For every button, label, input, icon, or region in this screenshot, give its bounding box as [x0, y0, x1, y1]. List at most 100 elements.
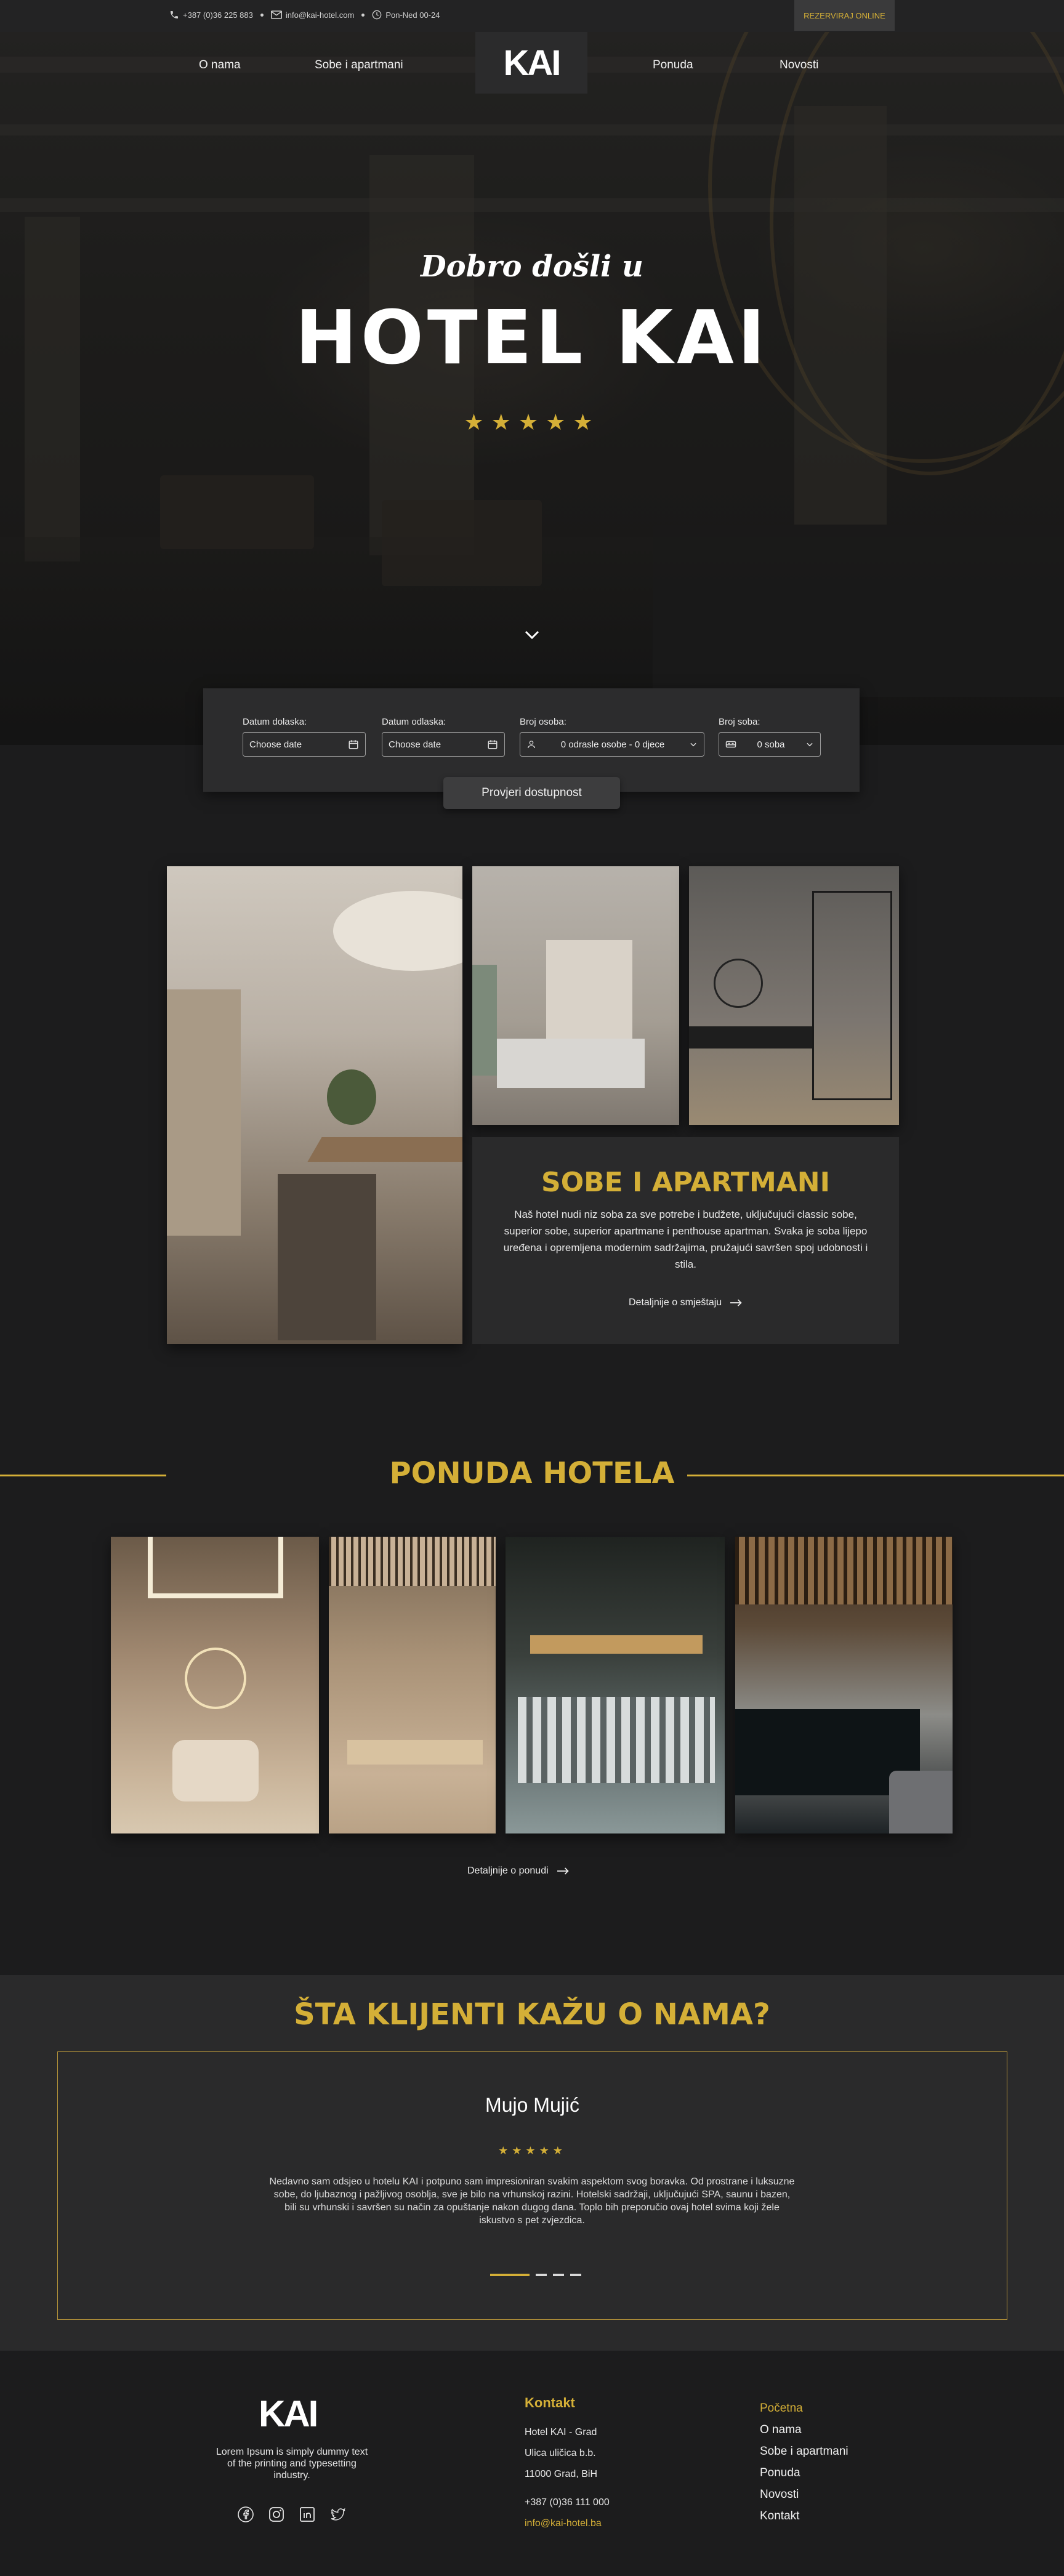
check-availability-button[interactable]: Provjeri dostupnost	[443, 777, 620, 809]
bedroom-photo	[472, 866, 679, 1125]
arrow-right-icon	[730, 1299, 742, 1306]
logo-text: KAI	[503, 42, 562, 83]
contact-title: Kontakt	[525, 2395, 575, 2410]
nav-about[interactable]: O nama	[199, 58, 241, 72]
contact-email[interactable]: info@kai-hotel.ba	[525, 2513, 610, 2534]
social-links	[237, 2506, 347, 2523]
twitter-icon[interactable]	[329, 2506, 347, 2523]
footer-contact: Kontakt Hotel KAI - Grad Ulica uličica b…	[525, 2395, 610, 2534]
carousel-dot[interactable]	[553, 2274, 564, 2276]
contact-info: +387 (0)36 225 883 info@kai-hotel.com Po…	[169, 10, 440, 20]
footer-link-news[interactable]: Novosti	[760, 2484, 848, 2505]
departure-field: Datum odlaska: Choose date	[382, 717, 505, 757]
phone-icon	[171, 11, 178, 18]
arrival-date-input[interactable]: Choose date	[243, 732, 366, 757]
testimonial-card: Mujo Mujić ★★★★★ Nedavno sam odsjeo u ho…	[57, 2051, 1007, 2320]
linkedin-icon[interactable]	[299, 2506, 316, 2523]
footer-link-rooms[interactable]: Sobe i apartmani	[760, 2441, 848, 2462]
top-bar: +387 (0)36 225 883 info@kai-hotel.com Po…	[0, 0, 1064, 32]
footer-link-offer[interactable]: Ponuda	[760, 2462, 848, 2484]
pool-photo	[735, 1537, 953, 1833]
bathroom-photo	[689, 866, 899, 1125]
spa-room-photo	[111, 1537, 319, 1833]
guests-label: Broj osoba:	[520, 717, 566, 727]
slatted-ceiling	[329, 1537, 496, 1586]
footer-link-contact[interactable]: Kontakt	[760, 2505, 848, 2527]
chairs	[278, 1174, 376, 1340]
footer-link-home[interactable]: Početna	[760, 2397, 848, 2419]
email-info[interactable]: info@kai-hotel.com	[270, 10, 355, 20]
window	[472, 965, 497, 1076]
round-mirror	[185, 1648, 246, 1709]
hours-info: Pon-Ned 00-24	[372, 10, 440, 20]
instagram-icon[interactable]	[268, 2506, 285, 2523]
rooms-more-link[interactable]: Detaljnije o smještaju	[629, 1297, 743, 1308]
offer-more-label: Detaljnije o ponudi	[467, 1866, 549, 1876]
hero-section: Dobro došli u HOTEL KAI ★★★★★	[0, 32, 1064, 745]
massage-bed	[172, 1740, 259, 1801]
address-line-3: 11000 Grad, BiH	[525, 2469, 597, 2479]
offer-title: PONUDA HOTELA	[377, 1456, 687, 1491]
footer-logo[interactable]: KAI	[259, 2393, 318, 2435]
bed	[497, 1039, 645, 1088]
testimonial-stars: ★★★★★	[498, 2144, 566, 2157]
departure-date-input[interactable]: Choose date	[382, 732, 505, 757]
carousel-dot[interactable]	[570, 2274, 581, 2276]
arrival-label: Datum dolaska:	[243, 717, 307, 727]
arrival-field: Datum dolaska: Choose date	[243, 717, 366, 757]
calendar-icon	[488, 740, 498, 749]
guests-value: 0 odrasle osobe - 0 djece	[560, 739, 665, 750]
carousel-dot[interactable]	[536, 2274, 547, 2276]
reserve-online-button[interactable]: REZERVIRAJ ONLINE	[794, 0, 895, 31]
footer: KAI Lorem Ipsum is simply dummy text of …	[0, 2351, 1064, 2576]
hours-text: Pon-Ned 00-24	[385, 10, 440, 20]
lounger	[889, 1771, 953, 1833]
nav-rooms[interactable]: Sobe i apartmani	[315, 58, 403, 72]
mirror	[714, 959, 763, 1008]
footer-text: Lorem Ipsum is simply dummy text of the …	[216, 2447, 368, 2481]
booking-panel: Datum dolaska: Choose date Datum odlaska…	[203, 688, 860, 792]
header-logo[interactable]: KAI	[475, 32, 587, 94]
rooms-card: SOBE I APARTMANI Naš hotel nudi niz soba…	[472, 1137, 899, 1344]
table	[307, 1137, 462, 1162]
conference-photo	[506, 1537, 725, 1833]
marble-wall	[546, 940, 632, 1051]
arrival-placeholder: Choose date	[249, 739, 302, 750]
facebook-icon[interactable]	[237, 2506, 254, 2523]
sauna-bench	[347, 1740, 483, 1765]
chevron-down-icon[interactable]	[522, 625, 542, 645]
nav-offer[interactable]: Ponuda	[653, 58, 693, 72]
phone-info[interactable]: +387 (0)36 225 883	[169, 10, 253, 20]
calendar-icon	[349, 740, 358, 749]
nav-news[interactable]: Novosti	[780, 58, 818, 72]
rooms-title: SOBE I APARTMANI	[541, 1167, 830, 1198]
footer-links: Početna O nama Sobe i apartmani Ponuda N…	[760, 2397, 848, 2527]
vanity	[689, 1026, 812, 1049]
pool-ceiling	[735, 1537, 953, 1604]
rooms-select[interactable]: 0 soba	[719, 732, 821, 757]
guests-select[interactable]: 0 odrasle osobe - 0 djece	[520, 732, 704, 757]
ceiling-light-frame	[148, 1537, 283, 1598]
ceiling-wood	[530, 1635, 703, 1654]
offer-more-link[interactable]: Detaljnije o ponudi	[467, 1866, 570, 1877]
rooms-description: Naš hotel nudi niz soba za sve potrebe i…	[503, 1209, 868, 1270]
chevron-down-icon	[690, 743, 696, 747]
testimonials-title: ŠTA KLIJENTI KAŽU O NAMA?	[294, 1997, 770, 2032]
plant	[327, 1069, 376, 1125]
email-text: info@kai-hotel.com	[285, 10, 355, 20]
carousel-dot-active[interactable]	[490, 2274, 530, 2276]
footer-link-about[interactable]: O nama	[760, 2419, 848, 2441]
conference-chairs	[518, 1697, 715, 1783]
arrow-right-icon	[557, 1867, 569, 1875]
hero-stars: ★★★★★	[464, 409, 600, 435]
hotel-title: HOTEL KAI	[295, 296, 769, 381]
contact-phone[interactable]: +387 (0)36 111 000	[525, 2492, 610, 2513]
testimonial-name: Mujo Mujić	[485, 2094, 579, 2116]
lounge-photo	[167, 866, 462, 1344]
testimonial-quote: Nedavno sam odsjeo u hotelu KAI i potpun…	[269, 2176, 795, 2226]
phone-text: +387 (0)36 225 883	[183, 10, 253, 20]
separator-dot	[361, 13, 365, 17]
guests-field: Broj osoba: 0 odrasle osobe - 0 djece	[520, 717, 704, 757]
clock-icon	[372, 10, 382, 20]
departure-label: Datum odlaska:	[382, 717, 446, 727]
